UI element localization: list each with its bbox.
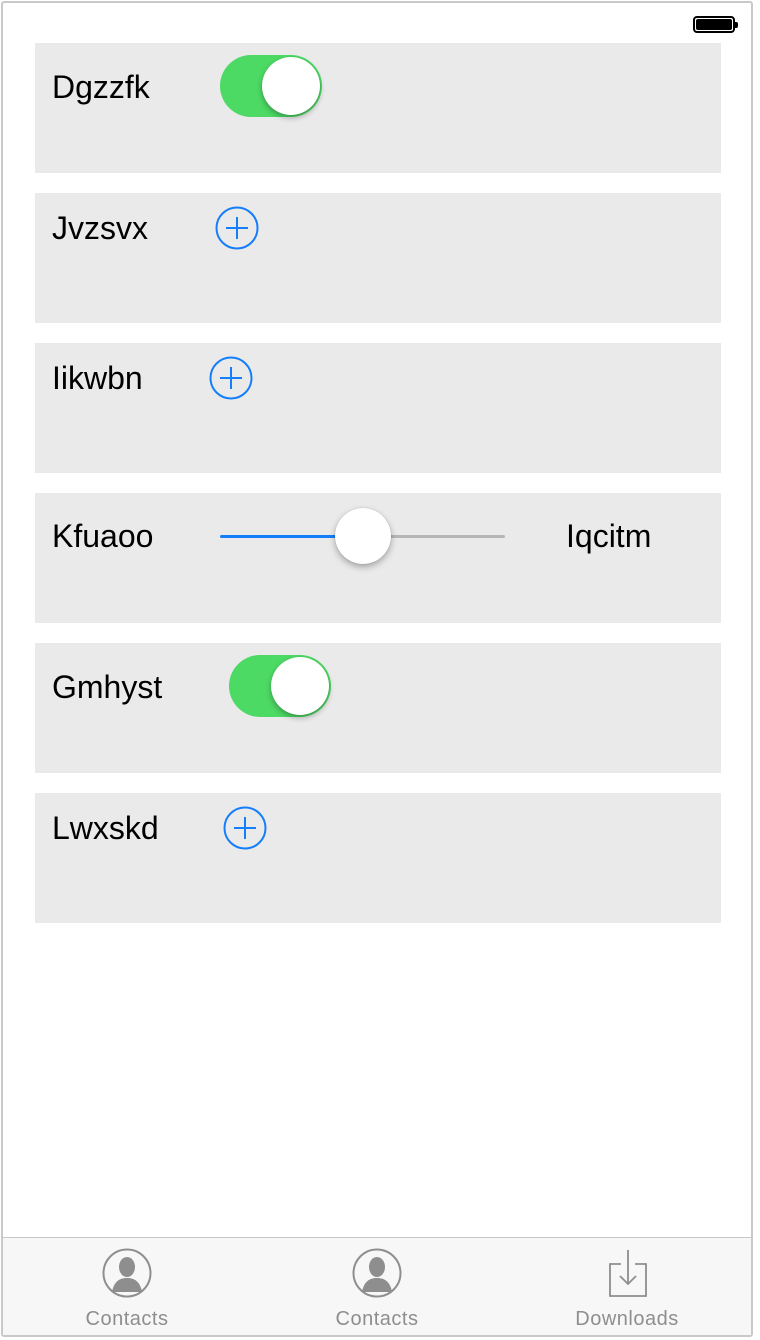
row-card-lwxskd: Lwxskd <box>35 793 721 923</box>
toggle-knob <box>262 57 320 115</box>
slider-thumb[interactable] <box>335 508 391 564</box>
plus-circle-icon[interactable] <box>223 806 267 850</box>
tab-bar: Contacts Contacts Downloads <box>3 1237 751 1335</box>
row-label: Dgzzfk <box>52 69 150 105</box>
plus-circle-icon[interactable] <box>215 206 259 250</box>
toggle-knob <box>271 657 329 715</box>
row-label: Kfuaoo <box>52 518 154 554</box>
row-card-gmhyst: Gmhyst <box>35 643 721 773</box>
row-label: Jvzsvx <box>52 210 148 246</box>
phone-screen: Dgzzfk Jvzsvx Iikwbn Kfuaoo Iqcitm Gmhys… <box>1 1 753 1337</box>
tab-contacts-2[interactable]: Contacts <box>297 1238 457 1335</box>
toggle-switch-gmhyst[interactable] <box>229 655 331 717</box>
download-tray-icon <box>609 1250 647 1297</box>
status-bar <box>3 3 751 43</box>
toggle-switch-dgzzfk[interactable] <box>220 55 322 117</box>
tab-label: Contacts <box>335 1308 419 1330</box>
plus-circle-icon[interactable] <box>209 356 253 400</box>
battery-full-icon <box>693 16 738 33</box>
row-card-dgzzfk: Dgzzfk <box>35 43 721 173</box>
slider-right-label: Iqcitm <box>566 518 652 554</box>
tab-label: Downloads <box>575 1308 679 1330</box>
row-card-jvzsvx: Jvzsvx <box>35 193 721 323</box>
tab-label: Contacts <box>85 1308 169 1330</box>
row-card-kfuaoo: Kfuaoo Iqcitm <box>35 493 721 623</box>
tab-downloads[interactable]: Downloads <box>547 1238 707 1335</box>
contact-person-icon <box>102 1248 152 1298</box>
row-label: Iikwbn <box>52 360 143 396</box>
row-label: Lwxskd <box>52 810 159 846</box>
tab-contacts-1[interactable]: Contacts <box>47 1238 207 1335</box>
row-card-iikwbn: Iikwbn <box>35 343 721 473</box>
row-label: Gmhyst <box>52 669 163 705</box>
contact-person-icon <box>352 1248 402 1298</box>
value-slider[interactable] <box>220 493 505 623</box>
